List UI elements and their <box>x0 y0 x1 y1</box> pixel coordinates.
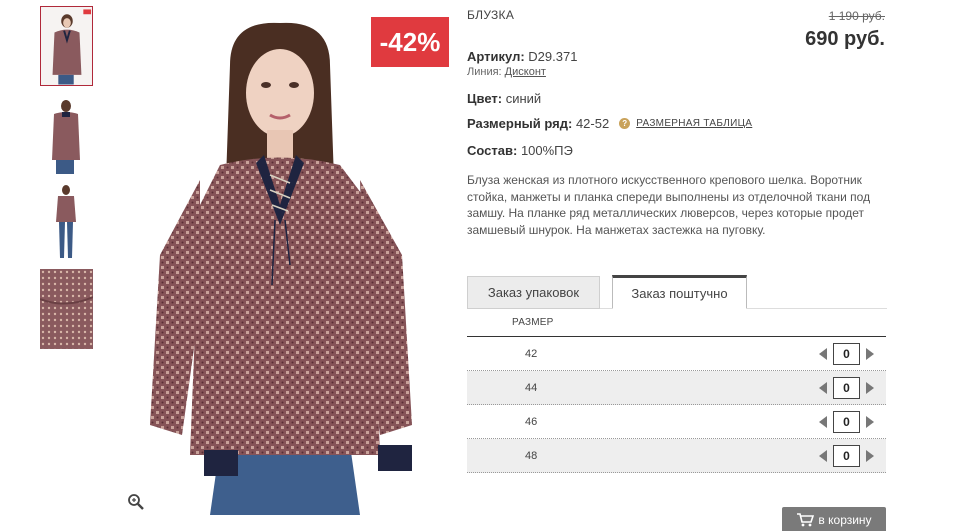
quantity-stepper <box>819 377 874 399</box>
thumbnail-3[interactable] <box>40 182 93 262</box>
size-range-row: Размерный ряд: 42-52 ? РАЗМЕРНАЯ ТАБЛИЦА <box>467 116 752 131</box>
add-to-cart-button[interactable]: в корзину <box>782 507 886 531</box>
zoom-icon[interactable] <box>127 493 145 511</box>
line-row: Линия: Дисконт <box>467 66 546 78</box>
thumbnail-image <box>40 94 93 174</box>
thumbnail-2[interactable] <box>40 94 93 174</box>
thumbnail-4[interactable] <box>40 269 93 349</box>
discount-badge: -42% <box>371 17 449 67</box>
article-row: Артикул: D29.371 <box>467 49 577 64</box>
size-value: 44 <box>525 382 538 394</box>
line-link[interactable]: Дисконт <box>505 66 546 78</box>
quantity-input[interactable] <box>833 445 860 467</box>
tab-single-order[interactable]: Заказ поштучно <box>612 275 747 309</box>
size-column-header: РАЗМЕР <box>467 309 886 337</box>
color-value: синий <box>505 91 542 106</box>
size-quantity-table: РАЗМЕР 42 44 46 48 <box>467 309 886 473</box>
line-label: Линия: <box>467 66 502 78</box>
arrow-right-icon[interactable] <box>866 416 874 428</box>
help-icon[interactable]: ? <box>619 118 631 129</box>
arrow-left-icon[interactable] <box>819 416 827 428</box>
arrow-left-icon[interactable] <box>819 382 827 394</box>
color-label: Цвет: <box>467 91 503 106</box>
table-row: 44 <box>467 371 886 405</box>
article-label: Артикул: <box>467 49 525 64</box>
thumbnail-image <box>41 7 92 85</box>
thumbnail-1[interactable] <box>40 6 93 86</box>
old-price: 1 190 руб. <box>828 9 885 23</box>
order-tabs: Заказ упаковок Заказ поштучно <box>467 275 887 309</box>
arrow-left-icon[interactable] <box>819 348 827 360</box>
quantity-input[interactable] <box>833 411 860 433</box>
arrow-left-icon[interactable] <box>819 450 827 462</box>
quantity-stepper <box>819 411 874 433</box>
composition-value: 100%ПЭ <box>520 143 573 158</box>
tab-package-order[interactable]: Заказ упаковок <box>467 276 600 309</box>
article-value: D29.371 <box>528 49 578 64</box>
size-chart-link[interactable]: РАЗМЕРНАЯ ТАБЛИЦА <box>636 118 752 129</box>
quantity-stepper <box>819 343 874 365</box>
size-value: 42 <box>525 348 538 360</box>
quantity-input[interactable] <box>833 343 860 365</box>
table-row: 48 <box>467 439 886 473</box>
arrow-right-icon[interactable] <box>866 348 874 360</box>
arrow-right-icon[interactable] <box>866 382 874 394</box>
table-row: 46 <box>467 405 886 439</box>
size-value: 46 <box>525 416 538 428</box>
product-main-image[interactable] <box>120 5 450 515</box>
thumbnail-image <box>40 182 93 262</box>
composition-row: Состав: 100%ПЭ <box>467 143 573 158</box>
size-range-value: 42-52 <box>575 116 610 131</box>
product-photo <box>120 5 450 515</box>
color-row: Цвет: синий <box>467 91 541 106</box>
quantity-stepper <box>819 445 874 467</box>
size-range-label: Размерный ряд: <box>467 116 573 131</box>
composition-label: Состав: <box>467 143 518 158</box>
product-description: Блуза женская из плотного искусственного… <box>467 173 871 237</box>
thumbnail-image <box>40 269 93 349</box>
current-price: 690 руб. <box>805 28 885 50</box>
cart-icon <box>797 513 815 527</box>
arrow-right-icon[interactable] <box>866 450 874 462</box>
table-row: 42 <box>467 337 886 371</box>
product-title: БЛУЗКА <box>467 8 515 22</box>
quantity-input[interactable] <box>833 377 860 399</box>
size-value: 48 <box>525 450 538 462</box>
add-to-cart-label: в корзину <box>818 513 872 527</box>
